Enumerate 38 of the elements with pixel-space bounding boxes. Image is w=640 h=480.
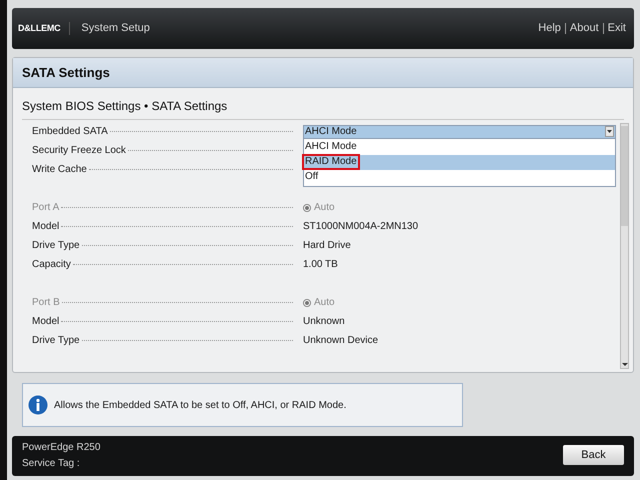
dropdown-option[interactable]: Off (304, 170, 615, 184)
setting-label: Port A (32, 201, 60, 215)
setting-label: Write Cache (32, 163, 87, 177)
header-link[interactable]: Exit (608, 20, 626, 37)
help-text: Allows the Embedded SATA to be set to Off, AHCI, or RAID Mode. (54, 398, 346, 412)
dropdown-option[interactable]: RAID Mode (304, 154, 615, 170)
setting-value: Unknown Device (303, 334, 378, 348)
setting-label: Embedded SATA (32, 125, 108, 139)
setting-label: Security Freeze Lock (32, 144, 126, 158)
setting-label: Drive Type (32, 239, 80, 253)
app-title: System Setup (81, 21, 150, 36)
setting-value: Hard Drive (303, 239, 351, 253)
setting-label: Drive Type (32, 334, 80, 348)
header-link[interactable]: Help (538, 20, 561, 37)
setting-label: Capacity (32, 258, 71, 272)
setting-label: Model (32, 315, 60, 329)
service-tag: Service Tag : (22, 456, 100, 472)
info-icon (28, 395, 48, 415)
dropdown-option[interactable]: AHCI Mode (304, 140, 615, 154)
setting-label: Port B (32, 296, 60, 310)
option-label: AHCI Mode (304, 141, 358, 153)
breadcrumb: System BIOS Settings • SATA Settings (22, 99, 228, 113)
scrollbar[interactable] (620, 123, 629, 369)
header-link[interactable]: About (570, 20, 599, 37)
setting-value: 1.00 TB (303, 258, 338, 272)
option-label: Off (304, 171, 320, 183)
radio-label: Auto (314, 296, 335, 310)
page-title: SATA Settings (22, 64, 110, 82)
server-model: PowerEdge R250 (22, 441, 100, 455)
brand-logo: D&LLEMC (18, 22, 70, 36)
setting-value: Unknown (303, 315, 345, 329)
back-button[interactable]: Back (563, 445, 624, 465)
setting-label: Model (32, 220, 60, 234)
caret-icon (605, 126, 614, 137)
radio-label: Auto (314, 201, 335, 215)
select-field[interactable]: AHCI Mode (303, 124, 616, 138)
option-label: RAID Mode (304, 156, 358, 168)
setting-value: ST1000NM004A-2MN130 (303, 220, 418, 234)
